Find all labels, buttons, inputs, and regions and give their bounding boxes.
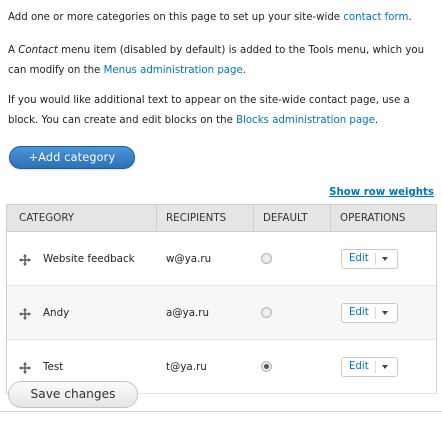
recipients-value: a@ya.ru: [166, 307, 210, 319]
intro-emphasis: Contact: [18, 45, 58, 56]
recipients-value: w@ya.ru: [166, 253, 212, 265]
menus-admin-link[interactable]: Menus administration page: [104, 65, 243, 76]
intro-paragraph-3: If you would like additional text to app…: [8, 91, 440, 131]
table-row: Website feedback w@ya.ru Edit: [7, 232, 436, 286]
edit-link[interactable]: Edit: [349, 250, 369, 268]
default-radio[interactable]: [261, 307, 272, 318]
blocks-admin-link[interactable]: Blocks administration page: [236, 115, 375, 126]
table-header: CATEGORY RECIPIENTS DEFAULT OPERATIONS: [7, 205, 436, 232]
drag-handle-icon[interactable]: [18, 252, 32, 266]
header-default: DEFAULT: [263, 212, 308, 224]
intro-text-end: .: [408, 12, 412, 23]
chevron-down-icon[interactable]: [382, 311, 388, 315]
table-row: Andy a@ya.ru Edit: [7, 286, 436, 340]
intro-paragraph-2: A Contact menu item (disabled by default…: [8, 41, 440, 81]
recipients-value: t@ya.ru: [166, 361, 207, 373]
drag-handle-icon[interactable]: [18, 360, 32, 374]
edit-link[interactable]: Edit: [349, 304, 369, 322]
operations-dropbutton[interactable]: Edit: [341, 249, 398, 269]
operations-dropbutton[interactable]: Edit: [341, 303, 398, 323]
category-name: Andy: [43, 307, 70, 319]
intro-text: Add one or more categories on this page …: [8, 12, 344, 23]
header-operations: OPERATIONS: [340, 212, 406, 224]
divider: [0, 411, 442, 412]
contact-form-link[interactable]: contact form: [343, 12, 408, 23]
dropbutton-divider: [375, 307, 376, 319]
dropbutton-divider: [375, 253, 376, 265]
drag-handle-icon[interactable]: [18, 306, 32, 320]
intro-paragraph-1: Add one or more categories on this page …: [8, 8, 440, 28]
default-radio[interactable]: [261, 253, 272, 264]
categories-table: CATEGORY RECIPIENTS DEFAULT OPERATIONS W…: [6, 204, 437, 394]
save-changes-button[interactable]: Save changes: [8, 381, 138, 408]
intro-text-end: .: [374, 115, 379, 126]
chevron-down-icon[interactable]: [382, 257, 388, 261]
intro-text-end: .: [242, 65, 247, 76]
intro-text: A: [8, 45, 19, 56]
default-radio[interactable]: [261, 361, 272, 372]
category-name: Website feedback: [43, 253, 135, 265]
header-category: CATEGORY: [19, 212, 75, 224]
operations-dropbutton[interactable]: Edit: [341, 357, 398, 377]
edit-link[interactable]: Edit: [349, 358, 369, 376]
column-divider: [253, 205, 254, 232]
chevron-down-icon[interactable]: [382, 365, 388, 369]
add-category-button[interactable]: +Add category: [9, 146, 135, 169]
column-divider: [156, 205, 157, 232]
column-divider: [330, 205, 331, 232]
show-row-weights-link[interactable]: Show row weights: [329, 187, 434, 198]
dropbutton-divider: [375, 361, 376, 373]
header-recipients: RECIPIENTS: [166, 212, 227, 224]
